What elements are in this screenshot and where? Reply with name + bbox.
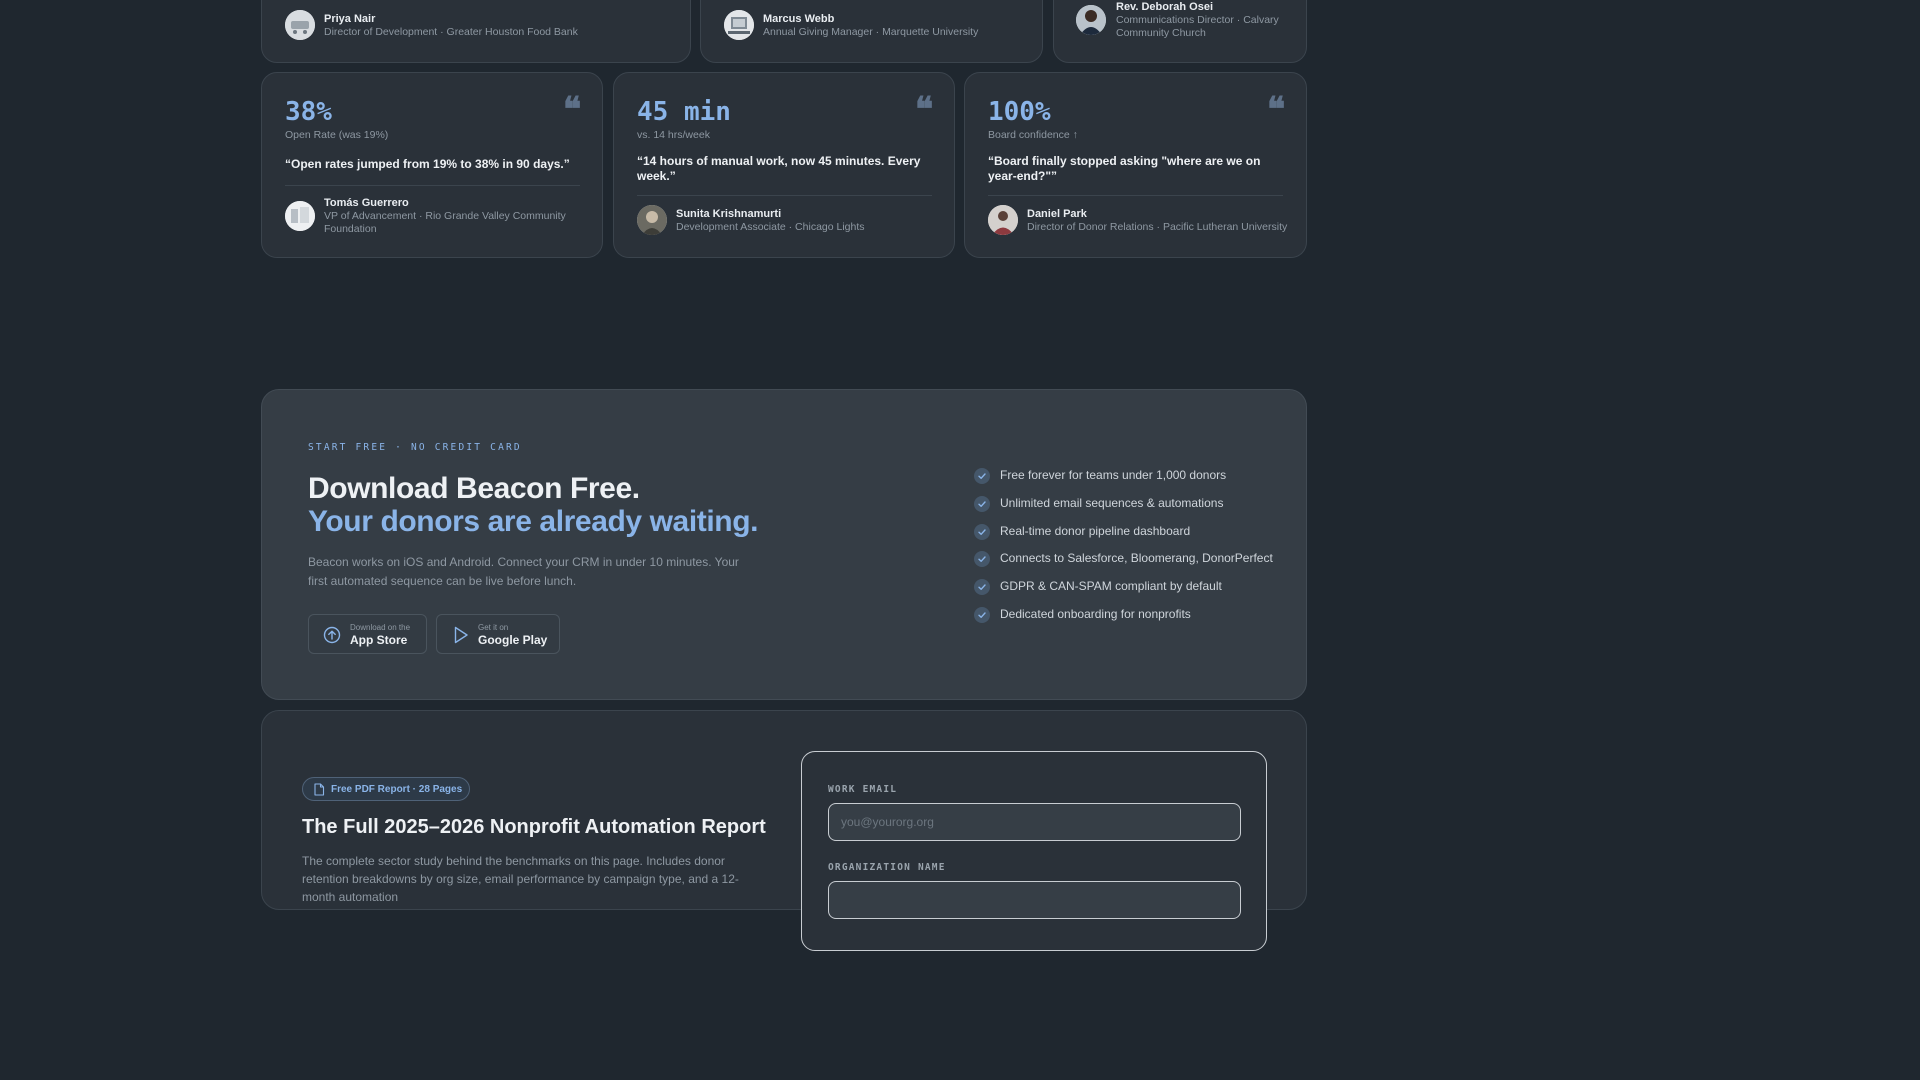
organization-name-input[interactable] [828,881,1241,919]
quote-text: “14 hours of manual work, now 45 minutes… [637,154,921,183]
stat-label: vs. 14 hrs/week [637,129,710,141]
feature-text: Connects to Salesforce, Bloomerang, Dono… [1000,551,1273,566]
download-cta-section: START FREE · NO CREDIT CARD Download Bea… [261,389,1307,700]
person-name: Rev. Deborah Osei [1116,1,1213,13]
check-icon [974,607,990,623]
feature-text: Free forever for teams under 1,000 donor… [1000,468,1227,482]
quote-text: “Open rates jumped from 19% to 38% in 90… [285,157,570,171]
avatar [637,205,667,235]
upload-arrow-icon [323,626,341,649]
report-section: Free PDF Report · 28 Pages The Full 2025… [261,710,1307,951]
person-name: Sunita Krishnamurti [676,208,782,220]
testimonial-card-3: Rev. Deborah Osei Communications Directo… [1053,0,1307,63]
organization-name-label: ORGANIZATION NAME [828,862,946,873]
work-email-input[interactable] [828,803,1241,841]
app-store-label: App Store [350,633,408,647]
stat-card-3: 100% Board confidence ↑ ❝ “Board finally… [964,72,1307,258]
feature-text: Unlimited email sequences & automations [1000,495,1224,510]
report-title: The Full 2025–2026 Nonprofit Automation … [302,816,766,838]
person-role: Director of Development · Greater Housto… [324,26,578,38]
check-icon [974,523,990,540]
stat-card-1: 38% Open Rate (was 19%) ❝ “Open rates ju… [261,72,603,258]
document-icon [313,783,325,801]
person-name: Priya Nair [324,13,376,25]
divider [285,185,580,186]
avatar [988,205,1018,235]
stat-value: 45 min [637,97,731,127]
person-role: Director of Donor Relations · Pacific Lu… [1027,221,1288,233]
app-store-button[interactable]: Download on the App Store [308,614,427,654]
person-role: VP of Advancement · Rio Grande Valley Co… [324,210,566,235]
badge-label: Free PDF Report · 28 Pages [331,784,463,795]
testimonial-card-1: Priya Nair Director of Development · Gre… [261,0,691,63]
play-icon [453,626,469,649]
stat-value: 100% [988,97,1051,127]
check-icon [974,495,990,512]
divider [637,195,932,196]
report-description: The complete sector study behind the ben… [302,854,739,904]
avatar [1076,5,1106,35]
google-play-small-label: Get it on [478,623,509,632]
pdf-report-badge: Free PDF Report · 28 Pages [302,777,470,801]
report-form: WORK EMAIL ORGANIZATION NAME [801,751,1267,951]
google-play-label: Google Play [478,633,548,647]
work-email-label: WORK EMAIL [828,784,898,795]
person-role: Communications Director · Calvary Commun… [1116,14,1279,39]
quote-text: “Board finally stopped asking "where are… [988,154,1261,183]
divider [988,195,1283,196]
feature-text: Dedicated onboarding for nonprofits [1000,607,1191,621]
app-store-small-label: Download on the [350,623,411,632]
person-role: Annual Giving Manager · Marquette Univer… [763,26,979,38]
stat-card-2: 45 min vs. 14 hrs/week ❝ “14 hours of ma… [613,72,955,258]
person-name: Tomás Guerrero [324,197,409,209]
cta-lead: Beacon works on iOS and Android. Connect… [308,555,739,588]
avatar [724,10,754,40]
cta-headline-accent: Your donors are already waiting. [308,505,759,538]
quote-icon: ❝ [915,90,934,130]
cta-headline: Download Beacon Free. [308,472,640,505]
feature-text: GDPR & CAN-SPAM compliant by default [1000,579,1222,594]
cta-eyebrow: START FREE · NO CREDIT CARD [308,442,522,453]
stat-value: 38% [285,97,332,127]
quote-icon: ❝ [563,90,582,130]
avatar [285,201,315,231]
check-icon [974,551,990,568]
testimonial-card-2: Marcus Webb Annual Giving Manager · Marq… [700,0,1043,63]
person-role: Development Associate · Chicago Lights [676,221,865,233]
feature-text: Real-time donor pipeline dashboard [1000,523,1191,538]
stat-label: Board confidence ↑ [988,129,1078,141]
person-name: Daniel Park [1027,208,1087,220]
check-icon [974,468,990,484]
person-name: Marcus Webb [763,13,835,25]
google-play-button[interactable]: Get it on Google Play [436,614,560,654]
check-icon [974,579,990,596]
stat-label: Open Rate (was 19%) [285,129,389,141]
quote-icon: ❝ [1267,90,1286,130]
avatar [285,10,315,40]
